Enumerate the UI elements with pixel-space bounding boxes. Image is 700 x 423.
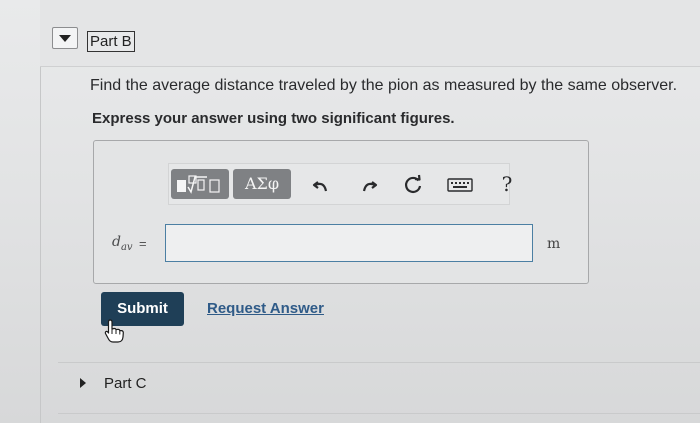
math-toolbar: ΑΣφ ? [168,163,512,205]
hand-cursor-icon [104,319,124,343]
answer-input[interactable] [165,224,533,262]
instruction-text: Express your answer using two significan… [92,110,455,127]
redo-icon[interactable] [353,169,383,199]
divider [58,362,700,363]
part-b-title[interactable]: Part B [87,31,135,52]
unit-label: m [547,236,561,252]
variable-subscript: av [120,241,133,253]
part-b-header [40,0,700,67]
undo-icon[interactable] [307,169,337,199]
divider [58,413,700,414]
question-text: Find the average distance traveled by th… [90,77,678,94]
templates-button[interactable] [171,169,229,199]
reset-icon[interactable] [398,169,428,199]
chevron-right-icon[interactable] [80,378,86,388]
answer-box: ΑΣφ ? dav = m [93,140,589,284]
variable-symbol: d [112,234,121,250]
request-answer-link[interactable]: Request Answer [207,300,324,317]
help-button[interactable]: ? [492,169,522,199]
templates-icon [177,174,220,194]
keyboard-icon[interactable] [445,169,475,199]
part-c-title[interactable]: Part C [104,375,147,392]
equals-sign: = [139,236,147,251]
variable-label: dav [112,234,133,253]
page: Part B Find the average distance travele… [0,0,700,423]
greek-symbols-button[interactable]: ΑΣφ [233,169,291,199]
chevron-down-icon [59,35,71,42]
part-b-collapse-toggle[interactable] [52,27,78,49]
